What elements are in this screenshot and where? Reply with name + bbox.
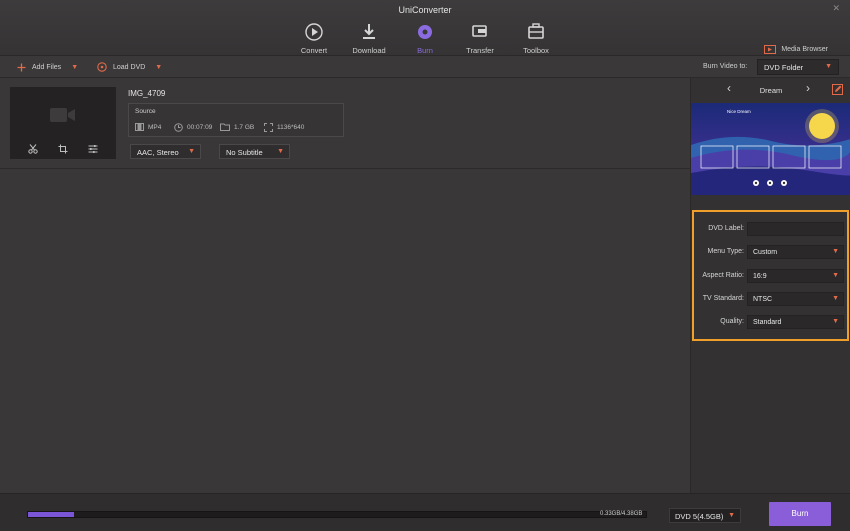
chevron-down-icon: ▼ xyxy=(277,148,284,155)
load-dvd-label: Load DVD xyxy=(113,63,146,71)
scissors-icon[interactable] xyxy=(28,144,38,154)
app-title: UniConverter xyxy=(398,5,452,15)
download-icon xyxy=(363,24,375,39)
burn-icon xyxy=(418,25,432,39)
tv-standard-value: NTSC xyxy=(753,296,773,303)
file-list: IMG_4709 Source MP4 00:07:09 1.7 GB 1136… xyxy=(0,78,690,493)
tab-download[interactable]: Download xyxy=(339,22,399,55)
resolution-icon xyxy=(264,123,273,132)
format-info: MP4 xyxy=(135,123,161,131)
effects-sliders-icon[interactable] xyxy=(88,144,98,154)
close-icon[interactable]: ✕ xyxy=(832,3,840,14)
dvd-label-input[interactable] xyxy=(747,222,844,236)
size-info: 1.7 GB xyxy=(220,123,254,131)
transfer-icon xyxy=(472,25,487,37)
tab-burn-label: Burn xyxy=(417,46,433,55)
quality-value: Standard xyxy=(753,319,782,326)
tab-transfer[interactable]: Transfer xyxy=(450,22,510,55)
chevron-down-icon[interactable]: ▼ xyxy=(71,64,78,71)
chevron-down-icon: ▼ xyxy=(728,512,735,519)
add-files-button[interactable]: Add Files ▼ xyxy=(17,60,78,74)
tab-download-label: Download xyxy=(352,46,386,55)
burn-settings-panel: ‹ Dream › Nice Dream DVD Label: Menu Typ… xyxy=(690,78,850,493)
file-row[interactable]: IMG_4709 Source MP4 00:07:09 1.7 GB 1136… xyxy=(0,78,690,169)
edit-template-icon[interactable] xyxy=(832,84,843,95)
add-files-label: Add Files xyxy=(32,63,62,71)
toolbar: Add Files ▼ Load DVD ▼ Burn Video to: xyxy=(0,56,850,78)
chevron-down-icon: ▼ xyxy=(832,248,839,255)
menu-type-label: Menu Type: xyxy=(707,248,744,255)
template-name: Dream xyxy=(759,86,783,95)
tab-convert-label: Convert xyxy=(300,46,328,55)
subtitle-value: No Subtitle xyxy=(226,148,263,157)
media-browser-label: Media Browser xyxy=(781,46,828,53)
disc-usage-text: 0.33GB/4.38GB xyxy=(600,511,643,517)
subtitle-select[interactable]: No Subtitle ▼ xyxy=(219,144,290,159)
plus-icon xyxy=(17,63,26,71)
top-bar: UniConverter ✕ Convert Download Burn Tra… xyxy=(0,0,850,56)
chevron-down-icon: ▼ xyxy=(832,295,839,302)
aspect-ratio-value: 16:9 xyxy=(753,273,767,280)
duration-value: 00:07:09 xyxy=(187,124,213,131)
dvd-label-label: DVD Label: xyxy=(708,225,744,232)
chevron-down-icon: ▼ xyxy=(832,272,839,279)
source-label: Source xyxy=(135,108,156,115)
burn-button[interactable]: Burn xyxy=(769,502,831,526)
disc-usage-fill xyxy=(28,512,75,517)
media-browser-button[interactable]: Media Browser xyxy=(764,45,828,54)
convert-icon xyxy=(305,23,323,41)
resolution-info: 1136*640 xyxy=(264,123,304,132)
video-thumbnail[interactable] xyxy=(10,87,116,159)
burn-target-value: DVD Folder xyxy=(764,63,804,72)
video-camera-icon xyxy=(50,108,75,122)
resolution-value: 1136*640 xyxy=(277,124,305,131)
chevron-down-icon[interactable]: ▼ xyxy=(155,64,162,71)
tab-toolbox[interactable]: Toolbox xyxy=(506,22,566,55)
folder-icon xyxy=(220,123,230,131)
dvd-settings: DVD Label: Menu Type: Custom ▼ Aspect Ra… xyxy=(692,210,849,341)
aspect-ratio-select[interactable]: 16:9 ▼ xyxy=(747,269,844,283)
next-template-icon[interactable]: › xyxy=(806,81,810,95)
chevron-down-icon: ▼ xyxy=(188,148,195,155)
quality-select[interactable]: Standard ▼ xyxy=(747,315,844,329)
duration-info: 00:07:09 xyxy=(174,123,212,132)
disc-icon xyxy=(97,62,107,72)
tv-standard-label: TV Standard: xyxy=(702,295,744,302)
tab-burn[interactable]: Burn xyxy=(395,22,455,55)
media-browser-icon xyxy=(764,45,777,54)
disc-type-select[interactable]: DVD 5(4.5GB) ▼ xyxy=(669,508,741,523)
format-value: MP4 xyxy=(148,123,162,131)
tv-standard-select[interactable]: NTSC ▼ xyxy=(747,292,844,306)
file-name: IMG_4709 xyxy=(128,89,166,98)
chevron-down-icon: ▼ xyxy=(825,63,832,70)
load-dvd-button[interactable]: Load DVD ▼ xyxy=(97,60,162,74)
preview-title: Nice Dream xyxy=(727,109,751,114)
film-icon xyxy=(135,123,144,131)
bottom-bar: 0.33GB/4.38GB DVD 5(4.5GB) ▼ Burn xyxy=(0,493,850,531)
menu-type-value: Custom xyxy=(753,249,778,256)
crop-icon[interactable] xyxy=(58,144,68,154)
quality-label: Quality: xyxy=(720,318,744,325)
clock-icon xyxy=(174,123,183,132)
burn-video-to-label: Burn Video to: xyxy=(703,63,748,70)
source-info: Source MP4 00:07:09 1.7 GB 1136*640 xyxy=(128,103,344,137)
aspect-ratio-label: Aspect Ratio: xyxy=(702,272,744,279)
tab-transfer-label: Transfer xyxy=(466,46,494,55)
tab-toolbox-label: Toolbox xyxy=(523,46,549,55)
disc-type-value: DVD 5(4.5GB) xyxy=(675,512,724,521)
burn-target-select[interactable]: DVD Folder ▼ xyxy=(757,59,839,75)
toolbox-icon xyxy=(528,23,544,39)
tab-convert[interactable]: Convert xyxy=(284,22,344,55)
menu-type-select[interactable]: Custom ▼ xyxy=(747,245,844,259)
size-value: 1.7 GB xyxy=(234,123,255,131)
chevron-down-icon: ▼ xyxy=(832,318,839,325)
audio-track-select[interactable]: AAC, Stereo ▼ xyxy=(130,144,201,159)
disc-usage-bar xyxy=(27,511,647,518)
template-navigator: ‹ Dream › xyxy=(691,78,850,102)
menu-template-preview[interactable]: Nice Dream xyxy=(691,103,850,195)
audio-track-value: AAC, Stereo xyxy=(137,148,179,157)
